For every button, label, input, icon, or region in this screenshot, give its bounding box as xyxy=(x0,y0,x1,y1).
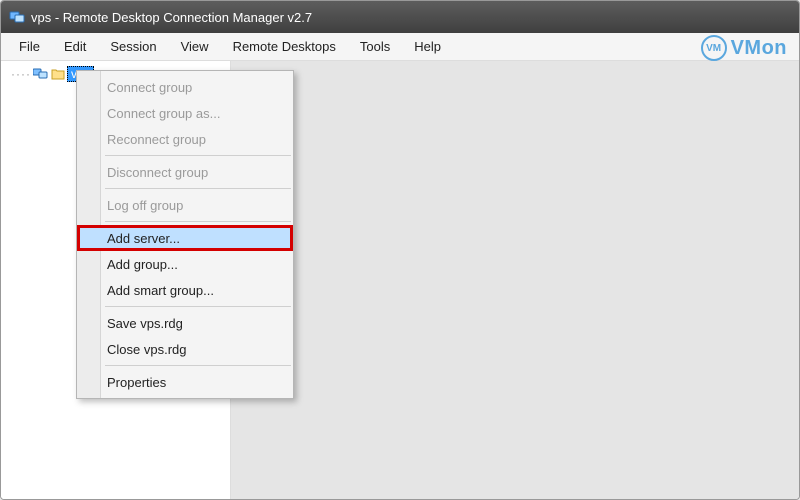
titlebar[interactable]: vps - Remote Desktop Connection Manager … xyxy=(1,1,799,33)
ctx-separator xyxy=(105,155,291,156)
brand-name: VMon xyxy=(731,37,787,60)
ctx-label: Close vps.rdg xyxy=(107,342,186,357)
ctx-disconnect-group[interactable]: Disconnect group xyxy=(77,159,293,185)
ctx-logoff-group[interactable]: Log off group xyxy=(77,192,293,218)
content-area xyxy=(231,61,799,499)
ctx-label: Reconnect group xyxy=(107,132,206,147)
brand-badge-icon: VM xyxy=(701,35,727,61)
ctx-separator xyxy=(105,221,291,222)
menu-session[interactable]: Session xyxy=(100,35,166,58)
ctx-save-rdg[interactable]: Save vps.rdg xyxy=(77,310,293,336)
ctx-connect-group[interactable]: Connect group xyxy=(77,74,293,100)
ctx-label: Connect group xyxy=(107,80,192,95)
ctx-separator xyxy=(105,365,291,366)
menu-remote-desktops[interactable]: Remote Desktops xyxy=(223,35,346,58)
ctx-label: Disconnect group xyxy=(107,165,208,180)
ctx-properties[interactable]: Properties xyxy=(77,369,293,395)
menu-view[interactable]: View xyxy=(171,35,219,58)
ctx-label: Save vps.rdg xyxy=(107,316,183,331)
context-menu: Connect group Connect group as... Reconn… xyxy=(76,70,294,399)
ctx-label: Log off group xyxy=(107,198,183,213)
menu-edit[interactable]: Edit xyxy=(54,35,96,58)
brand-logo: VM VMon xyxy=(701,35,787,61)
ctx-add-server[interactable]: Add server... xyxy=(77,225,293,251)
ctx-separator xyxy=(105,188,291,189)
ctx-label: Add server... xyxy=(107,231,180,246)
app-icon xyxy=(9,9,25,25)
menu-help[interactable]: Help xyxy=(404,35,451,58)
menu-tools[interactable]: Tools xyxy=(350,35,400,58)
computers-icon xyxy=(33,67,49,81)
ctx-connect-group-as[interactable]: Connect group as... xyxy=(77,100,293,126)
ctx-reconnect-group[interactable]: Reconnect group xyxy=(77,126,293,152)
ctx-close-rdg[interactable]: Close vps.rdg xyxy=(77,336,293,362)
menu-file[interactable]: File xyxy=(9,35,50,58)
ctx-add-smart-group[interactable]: Add smart group... xyxy=(77,277,293,303)
ctx-add-group[interactable]: Add group... xyxy=(77,251,293,277)
folder-icon xyxy=(51,68,65,80)
ctx-label: Add group... xyxy=(107,257,178,272)
ctx-separator xyxy=(105,306,291,307)
window-title: vps - Remote Desktop Connection Manager … xyxy=(31,10,312,25)
menubar: File Edit Session View Remote Desktops T… xyxy=(1,33,799,61)
tree-branch-icon: ···· xyxy=(11,67,31,81)
ctx-label: Add smart group... xyxy=(107,283,214,298)
ctx-label: Properties xyxy=(107,375,166,390)
ctx-label: Connect group as... xyxy=(107,106,220,121)
